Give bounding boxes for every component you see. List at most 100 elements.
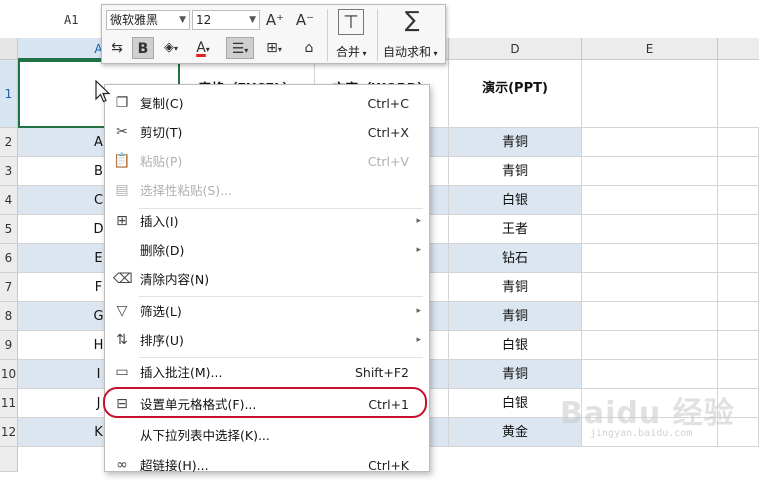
menu-item-label: 插入批注(M)... bbox=[140, 365, 223, 380]
menu-item-pick-from-list[interactable]: 从下拉列表中选择(K)... bbox=[105, 421, 429, 450]
cell-e7[interactable] bbox=[582, 273, 718, 302]
toolbar-divider bbox=[327, 9, 328, 61]
row-header-8[interactable]: 8 bbox=[0, 302, 18, 331]
merge-icon[interactable]: ⊤ bbox=[338, 9, 364, 35]
autosum-button[interactable]: 自动求和 ▾ bbox=[383, 43, 438, 60]
menu-item-paste-special[interactable]: ▤ 选择性粘贴(S)... bbox=[105, 176, 429, 205]
menu-item-copy[interactable]: ❐ 复制(C) Ctrl+C bbox=[105, 89, 429, 118]
insert-icon: ⊞ bbox=[116, 213, 128, 229]
merge-button[interactable]: 合并 ▾ bbox=[336, 43, 367, 60]
row-header-10[interactable]: 10 bbox=[0, 360, 18, 389]
font-name-select[interactable]: 微软雅黑 ▼ bbox=[106, 10, 190, 30]
sigma-icon[interactable]: ∑ bbox=[398, 7, 426, 35]
mouse-cursor-icon bbox=[95, 80, 111, 103]
grow-font-button[interactable]: A⁺ bbox=[264, 9, 286, 31]
row-header-1[interactable]: 1 bbox=[0, 60, 18, 128]
mini-toolbar: 微软雅黑 ▼ 12 ▼ A⁺ A⁻ ⇆ B ◈▾ A▾ ☰▾ ⊞▾ ⌂ ⊤ 合并 ▾… bbox=[101, 4, 446, 64]
row-header-5[interactable]: 5 bbox=[0, 215, 18, 244]
menu-item-label: 排序(U) bbox=[140, 333, 184, 348]
menu-item-insert[interactable]: ⊞ 插入(I) ▸ bbox=[105, 207, 429, 236]
menu-item-cut[interactable]: ✂ 剪切(T) Ctrl+X bbox=[105, 118, 429, 147]
cell-d9[interactable]: 白银 bbox=[449, 331, 582, 360]
cell-d2[interactable]: 青铜 bbox=[449, 128, 582, 157]
border-icon[interactable]: ⊞▾ bbox=[260, 37, 288, 59]
cell-e4[interactable] bbox=[582, 186, 718, 215]
row-header-11[interactable]: 11 bbox=[0, 389, 18, 418]
select-all-corner[interactable] bbox=[0, 38, 18, 60]
row-header-6[interactable]: 6 bbox=[0, 244, 18, 273]
cell-f3[interactable] bbox=[718, 157, 759, 186]
menu-item-label: 超链接(H)... bbox=[140, 458, 209, 473]
cell-f9[interactable] bbox=[718, 331, 759, 360]
cell-f4[interactable] bbox=[718, 186, 759, 215]
menu-item-delete[interactable]: 删除(D) ▸ bbox=[105, 236, 429, 265]
watermark-url: jingyan.baidu.com bbox=[590, 428, 693, 439]
cell-f1[interactable] bbox=[718, 60, 759, 128]
shrink-font-button[interactable]: A⁻ bbox=[294, 9, 316, 31]
cell-e1[interactable] bbox=[582, 60, 718, 128]
row-header-4[interactable]: 4 bbox=[0, 186, 18, 215]
chevron-down-icon: ▼ bbox=[179, 15, 186, 25]
menu-item-format-cells[interactable]: ⊟ 设置单元格格式(F)... Ctrl+1 bbox=[103, 387, 429, 419]
cell-e3[interactable] bbox=[582, 157, 718, 186]
cell-f10[interactable] bbox=[718, 360, 759, 389]
sort-icon: ⇅ bbox=[116, 332, 128, 348]
column-header-d[interactable]: D bbox=[449, 38, 582, 60]
cell-f5[interactable] bbox=[718, 215, 759, 244]
cell-d8[interactable]: 青铜 bbox=[449, 302, 582, 331]
cell-f6[interactable] bbox=[718, 244, 759, 273]
row-header-7[interactable]: 7 bbox=[0, 273, 18, 302]
cell-f7[interactable] bbox=[718, 273, 759, 302]
cell-e5[interactable] bbox=[582, 215, 718, 244]
menu-item-shortcut: Ctrl+X bbox=[367, 125, 409, 140]
cell-d10[interactable]: 青铜 bbox=[449, 360, 582, 389]
menu-item-filter[interactable]: ▽ 筛选(L) ▸ bbox=[105, 297, 429, 326]
menu-item-insert-comment[interactable]: ▭ 插入批注(M)... Shift+F2 bbox=[105, 358, 429, 387]
cell-e6[interactable] bbox=[582, 244, 718, 273]
cell-d7[interactable]: 青铜 bbox=[449, 273, 582, 302]
column-header-f[interactable] bbox=[718, 38, 759, 60]
menu-item-label: 筛选(L) bbox=[140, 304, 182, 319]
menu-item-hyperlink[interactable]: ∞ 超链接(H)... Ctrl+K bbox=[105, 451, 429, 480]
fill-color-icon[interactable]: ◈▾ bbox=[158, 37, 184, 59]
chevron-right-icon: ▸ bbox=[416, 245, 421, 255]
menu-item-label: 剪切(T) bbox=[140, 125, 183, 140]
row-header-3[interactable]: 3 bbox=[0, 157, 18, 186]
name-box[interactable]: A1 bbox=[8, 10, 100, 30]
font-color-button[interactable]: A▾ bbox=[190, 37, 216, 59]
eraser-icon[interactable]: ⌂ bbox=[298, 37, 320, 59]
column-header-e[interactable]: E bbox=[582, 38, 718, 60]
cell-f2[interactable] bbox=[718, 128, 759, 157]
align-icon[interactable]: ☰▾ bbox=[226, 37, 254, 59]
row-header-2[interactable]: 2 bbox=[0, 128, 18, 157]
row-header-13[interactable] bbox=[0, 447, 18, 472]
menu-item-clear-contents[interactable]: ⌫ 清除内容(N) bbox=[105, 265, 429, 294]
cell-d4[interactable]: 白银 bbox=[449, 186, 582, 215]
cell-d3[interactable]: 青铜 bbox=[449, 157, 582, 186]
font-color-icon: A bbox=[196, 40, 206, 56]
row-header-9[interactable]: 9 bbox=[0, 331, 18, 360]
chevron-right-icon: ▸ bbox=[416, 216, 421, 226]
menu-item-label: 从下拉列表中选择(K)... bbox=[140, 428, 270, 443]
row-header-12[interactable]: 12 bbox=[0, 418, 18, 447]
cell-f8[interactable] bbox=[718, 302, 759, 331]
highlight-outline bbox=[103, 387, 427, 418]
menu-item-label: 清除内容(N) bbox=[140, 272, 210, 287]
menu-item-paste[interactable]: 📋 粘贴(P) Ctrl+V bbox=[105, 147, 429, 176]
menu-item-label: 插入(I) bbox=[140, 214, 179, 229]
cell-e8[interactable] bbox=[582, 302, 718, 331]
cell-e2[interactable] bbox=[582, 128, 718, 157]
cell-e10[interactable] bbox=[582, 360, 718, 389]
cell-d1[interactable]: 演示(PPT) bbox=[449, 60, 582, 128]
filter-icon: ▽ bbox=[116, 303, 128, 319]
menu-item-sort[interactable]: ⇅ 排序(U) ▸ bbox=[105, 326, 429, 355]
menu-item-shortcut: Ctrl+K bbox=[368, 458, 409, 473]
bold-button[interactable]: B bbox=[132, 37, 154, 59]
cell-d5[interactable]: 王者 bbox=[449, 215, 582, 244]
format-painter-icon[interactable]: ⇆ bbox=[106, 37, 128, 59]
paste-icon: 📋 bbox=[113, 153, 131, 169]
cell-d6[interactable]: 钻石 bbox=[449, 244, 582, 273]
cell-e9[interactable] bbox=[582, 331, 718, 360]
font-size-select[interactable]: 12 ▼ bbox=[192, 10, 260, 30]
watermark-logo: Baidu 经验 bbox=[560, 396, 735, 431]
